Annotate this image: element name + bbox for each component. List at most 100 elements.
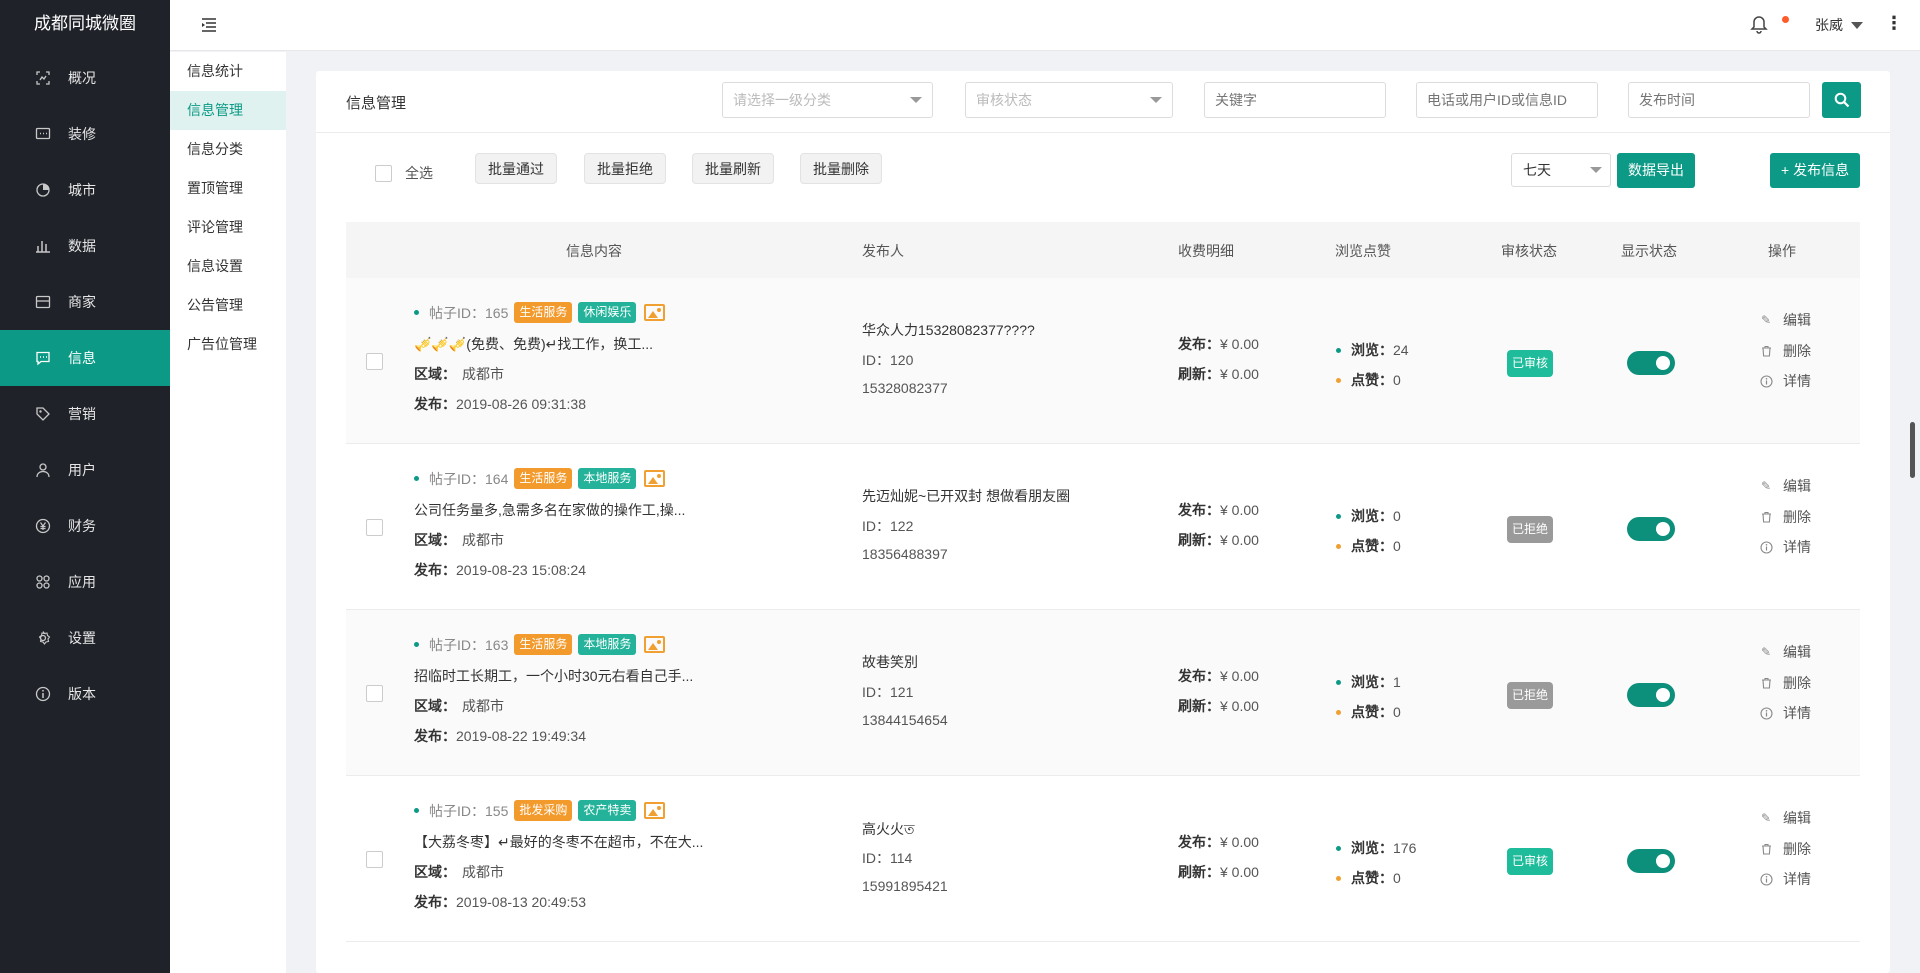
publisher-id: ID：114: [862, 848, 912, 868]
topbar: 张威 ⋮: [170, 0, 1920, 51]
publisher-id: ID：122: [862, 516, 913, 536]
bell-icon[interactable]: [1750, 15, 1768, 38]
sidebar-item[interactable]: 用户: [0, 442, 170, 498]
delete-button[interactable]: 删除: [1759, 673, 1811, 693]
sidebar-item[interactable]: 财务: [0, 498, 170, 554]
publish-time: 2019-08-13 20:49:53: [456, 894, 586, 910]
delete-button[interactable]: 删除: [1759, 341, 1811, 361]
sidebar-item-label: 数据: [68, 238, 96, 254]
bullet-dot: [1336, 875, 1341, 881]
sidebar-item[interactable]: 设置: [0, 610, 170, 666]
phone-or-id-input[interactable]: [1416, 82, 1598, 118]
display-toggle[interactable]: [1627, 517, 1675, 541]
publish-info-button[interactable]: + 发布信息: [1770, 153, 1861, 188]
publish-label: 发布：: [414, 396, 456, 412]
publish-time: 2019-08-22 19:49:34: [456, 728, 586, 744]
post-description[interactable]: 招临时工长期工，一个小时30元右看自己手...: [414, 666, 693, 686]
publish-time-input[interactable]: [1628, 82, 1810, 118]
image-icon[interactable]: [644, 470, 666, 487]
notification-dot: [1782, 16, 1789, 23]
user-menu[interactable]: 张威: [1815, 15, 1863, 35]
date-range-select[interactable]: 七天: [1511, 153, 1611, 187]
batch-delete-button[interactable]: 批量删除: [800, 153, 882, 184]
trash-icon: [1759, 511, 1773, 523]
row-checkbox[interactable]: [366, 519, 383, 536]
image-icon[interactable]: [644, 636, 666, 653]
row-checkbox[interactable]: [366, 851, 383, 868]
select-all-label: 全选: [405, 165, 433, 181]
sidebar-item[interactable]: 应用: [0, 554, 170, 610]
detail-button[interactable]: 详情: [1759, 869, 1811, 889]
row-checkbox[interactable]: [366, 353, 383, 370]
pencil-icon: ✎: [1760, 313, 1772, 327]
image-icon[interactable]: [644, 304, 666, 321]
sidebar-item[interactable]: 营销: [0, 386, 170, 442]
detail-button[interactable]: 详情: [1759, 371, 1811, 391]
fee-refresh-value: ¥ 0.00: [1220, 532, 1259, 548]
brand-title: 成都同城微圈: [34, 14, 136, 33]
search-button[interactable]: [1822, 82, 1861, 118]
sidebar-item[interactable]: 概况: [0, 50, 170, 106]
audit-status-badge: 已审核: [1507, 848, 1554, 875]
post-description[interactable]: 🎺🎺🎺(免费、免费)↵找工作，换工...: [414, 334, 653, 354]
batch-reject-button[interactable]: 批量拒绝: [584, 153, 666, 184]
subnav-item[interactable]: 评论管理: [170, 208, 286, 247]
fee-publish: 发布：¥ 0.00: [1178, 832, 1259, 852]
subnav-item[interactable]: 信息设置: [170, 247, 286, 286]
more-vertical-icon[interactable]: ⋮: [1885, 13, 1903, 34]
subnav-item[interactable]: 公告管理: [170, 286, 286, 325]
image-icon[interactable]: [644, 802, 666, 819]
subnav-item[interactable]: 信息统计: [170, 52, 286, 91]
batch-pass-button[interactable]: 批量通过: [475, 153, 557, 184]
sidebar-item-label: 用户: [68, 462, 96, 478]
display-toggle[interactable]: [1627, 351, 1675, 375]
sidebar-item-label: 版本: [68, 686, 96, 702]
export-button[interactable]: 数据导出: [1617, 153, 1695, 188]
menu-fold-icon[interactable]: [200, 16, 218, 34]
edit-button[interactable]: ✎ 编辑: [1759, 476, 1811, 496]
row-checkbox[interactable]: [366, 685, 383, 702]
post-description[interactable]: 公司任务量多,急需多名在家做的操作工,操...: [414, 500, 685, 520]
trash-icon: [1759, 677, 1773, 689]
sidebar-nav: 概况 装修 城市数据商家 信息 营销用户财务 应用 设置版本: [0, 50, 170, 722]
subnav-item[interactable]: 信息分类: [170, 130, 286, 169]
subnav-item[interactable]: 信息管理: [170, 91, 286, 130]
filter-bar: 信息管理 请选择一级分类 审核状态: [316, 71, 1890, 133]
bullet-dot: [414, 642, 419, 647]
select-all[interactable]: 全选: [375, 163, 433, 183]
subnav-item[interactable]: 广告位管理: [170, 325, 286, 364]
scrollbar-thumb[interactable]: [1910, 422, 1915, 478]
display-toggle[interactable]: [1627, 683, 1675, 707]
delete-label: 删除: [1783, 675, 1811, 691]
audit-status-badge: 已拒绝: [1507, 682, 1554, 709]
sidebar-item[interactable]: 信息: [0, 330, 170, 386]
apps-icon: [34, 573, 52, 591]
sidebar-item[interactable]: 装修: [0, 106, 170, 162]
edit-button[interactable]: ✎ 编辑: [1759, 310, 1811, 330]
fee-publish-label: 发布：: [1178, 668, 1220, 684]
sidebar-item[interactable]: 城市: [0, 162, 170, 218]
column-header: 浏览点赞: [1335, 243, 1391, 259]
subnav-item[interactable]: 置顶管理: [170, 169, 286, 208]
post-id-line: 帖子ID： 164 生活服务 本地服务: [414, 468, 666, 489]
sidebar-item[interactable]: 商家: [0, 274, 170, 330]
post-description[interactable]: 【大荔冬枣】↵最好的冬枣不在超市，不在大...: [414, 832, 703, 852]
sidebar-item[interactable]: 版本: [0, 666, 170, 722]
sidebar-item[interactable]: 数据: [0, 218, 170, 274]
detail-button[interactable]: 详情: [1759, 703, 1811, 723]
like-count: 点赞： 0: [1336, 536, 1401, 556]
edit-button[interactable]: ✎ 编辑: [1759, 808, 1811, 828]
detail-button[interactable]: 详情: [1759, 537, 1811, 557]
keyword-input[interactable]: [1204, 82, 1386, 118]
select-all-checkbox[interactable]: [375, 164, 392, 182]
delete-button[interactable]: 删除: [1759, 507, 1811, 527]
delete-label: 删除: [1783, 509, 1811, 525]
publisher-phone: 18356488397: [862, 546, 948, 562]
delete-button[interactable]: 删除: [1759, 839, 1811, 859]
category-select[interactable]: 请选择一级分类: [722, 82, 933, 118]
views-value: 24: [1393, 342, 1409, 358]
edit-button[interactable]: ✎ 编辑: [1759, 642, 1811, 662]
audit-status-select[interactable]: 审核状态: [965, 82, 1173, 118]
batch-refresh-button[interactable]: 批量刷新: [692, 153, 774, 184]
display-toggle[interactable]: [1627, 849, 1675, 873]
